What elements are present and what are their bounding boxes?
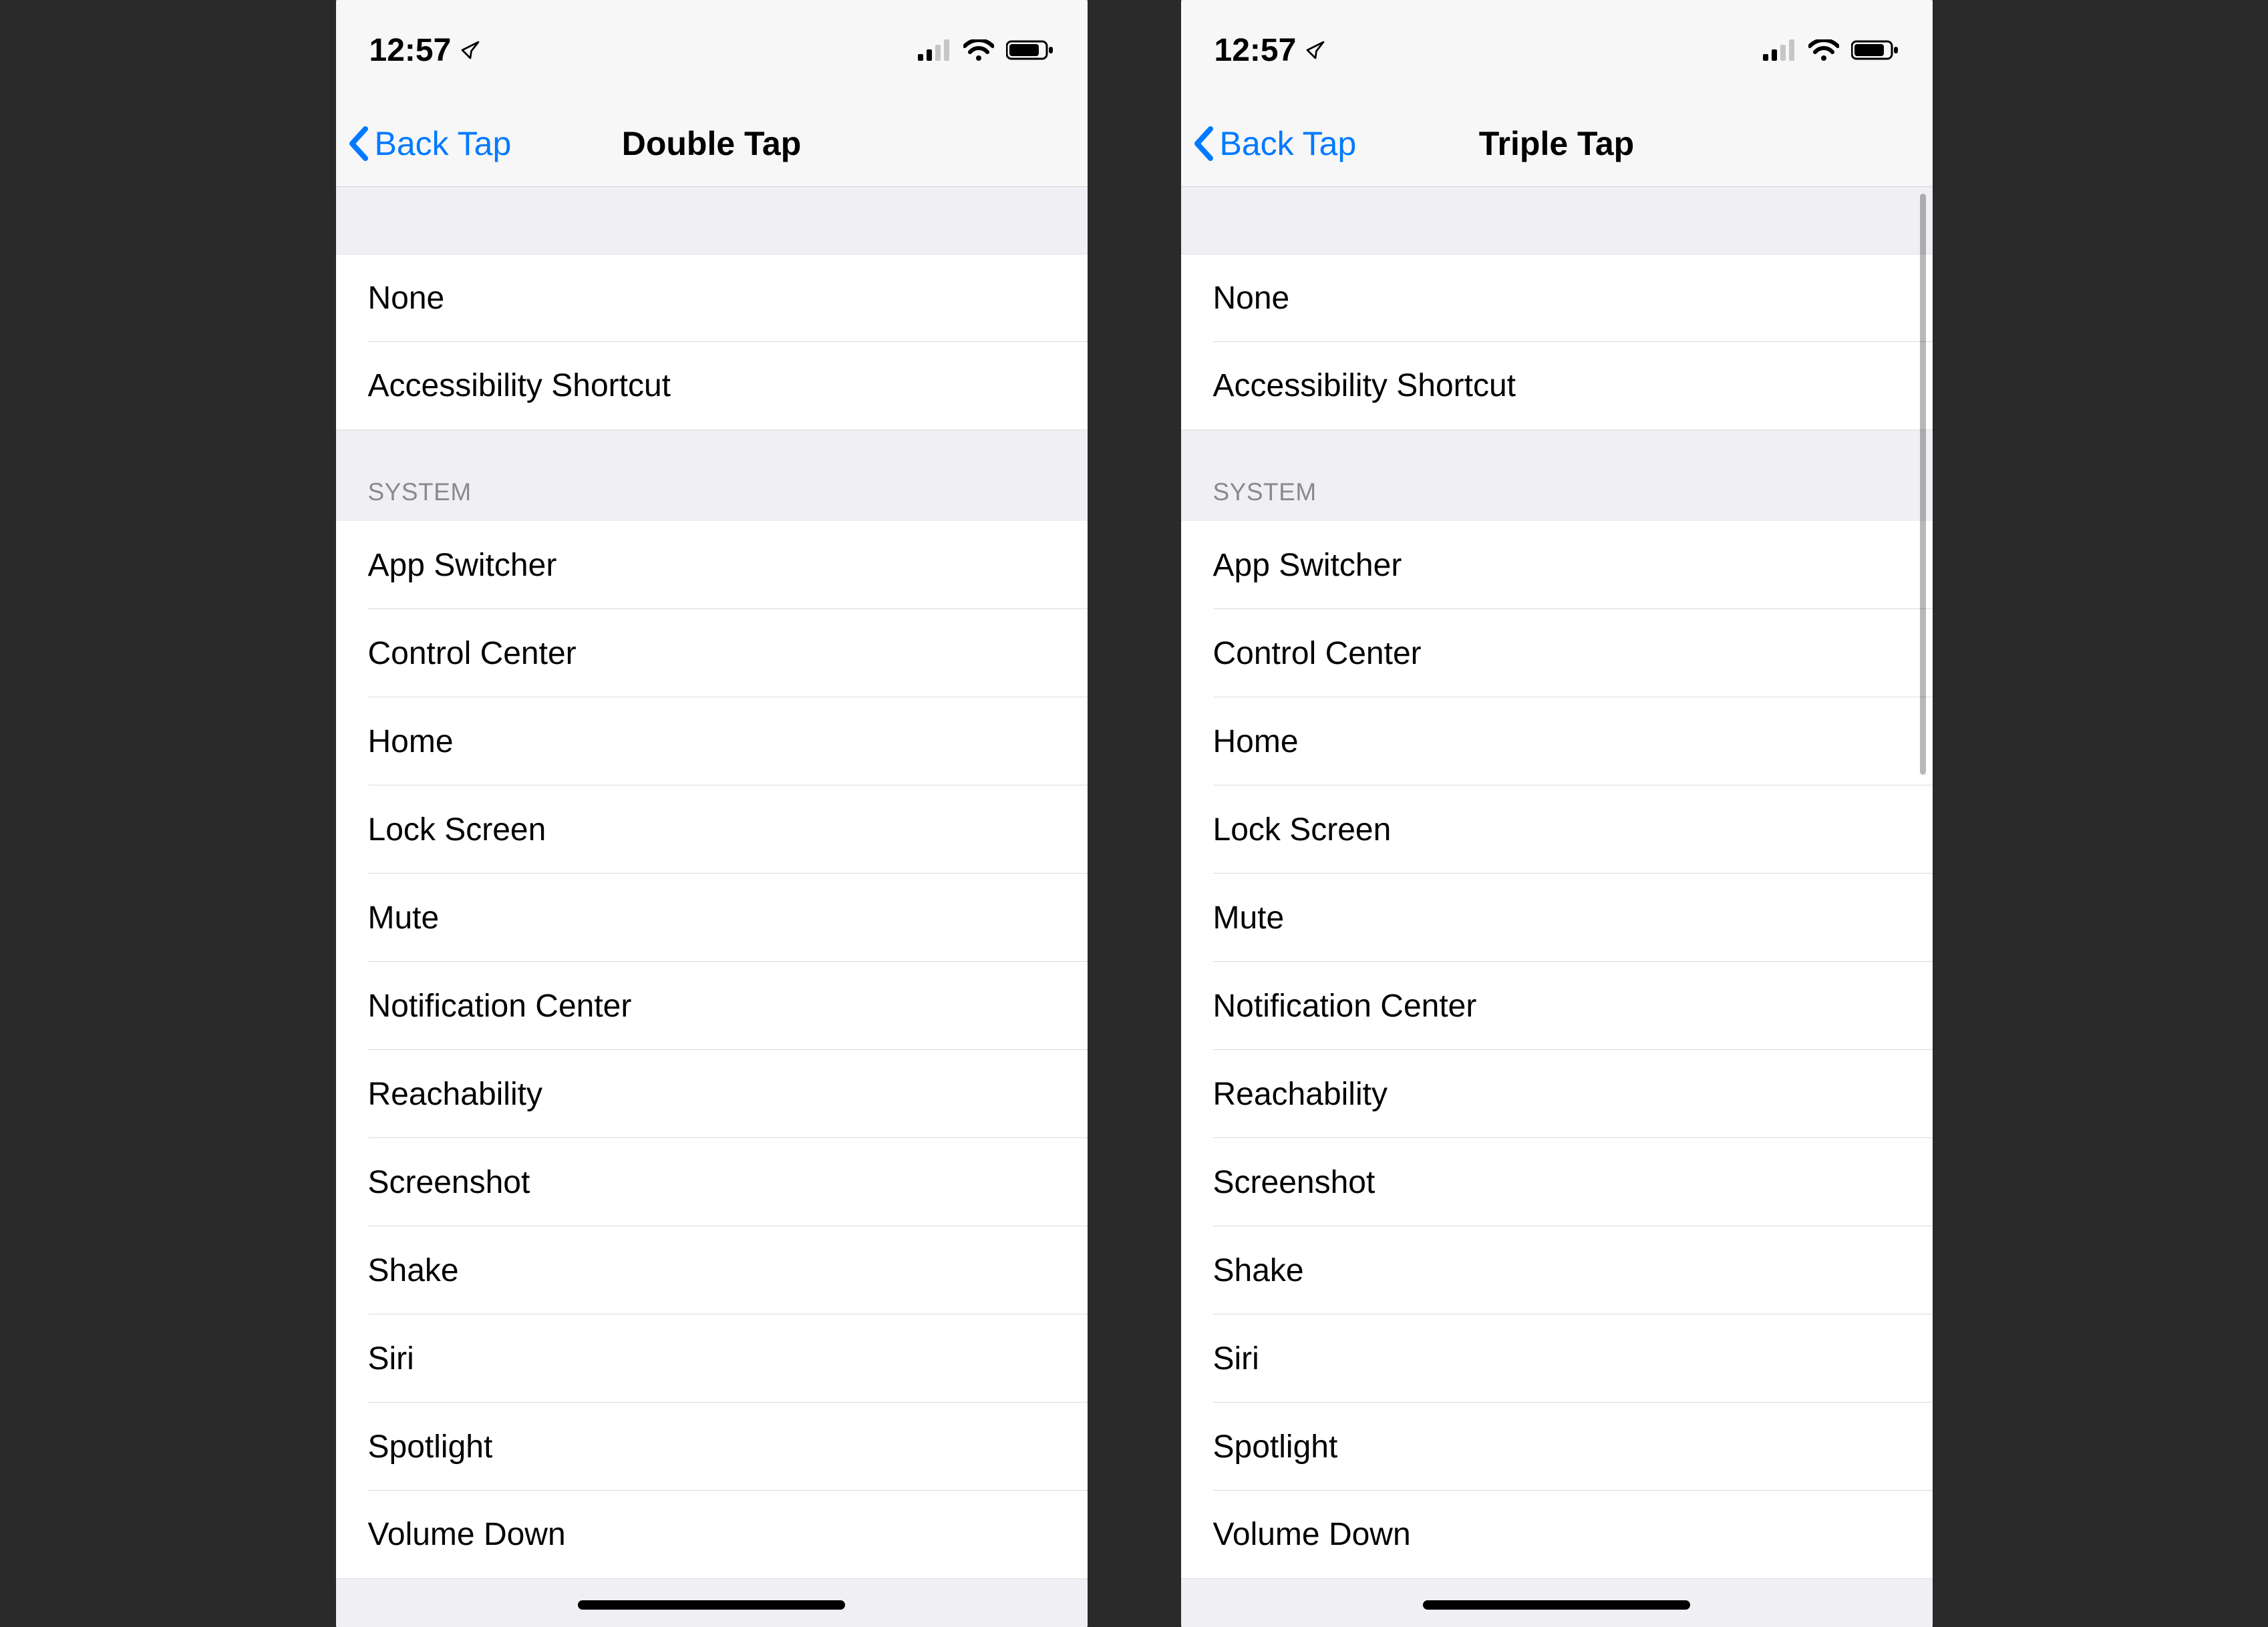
option-label: Home [368,723,454,760]
status-time: 12:57 [1214,32,1297,69]
option-lock-screen[interactable]: Lock Screen [1181,785,1933,874]
option-label: Lock Screen [1213,811,1392,848]
option-label: Spotlight [368,1429,493,1465]
option-home[interactable]: Home [1181,697,1933,785]
option-mute[interactable]: Mute [1181,874,1933,962]
option-shake[interactable]: Shake [336,1226,1088,1314]
battery-icon [1851,39,1899,61]
option-label: Control Center [368,635,577,672]
scroll-indicator[interactable] [1920,194,1926,775]
option-app-switcher[interactable]: App Switcher [336,521,1088,609]
option-control-center[interactable]: Control Center [336,609,1088,697]
option-none[interactable]: None [336,254,1088,342]
wifi-icon [963,39,994,61]
option-label: Reachability [368,1076,542,1113]
back-button[interactable]: Back Tap [1192,124,1357,163]
option-label: Mute [1213,900,1285,936]
option-label: Spotlight [1213,1429,1338,1465]
option-label: Notification Center [368,988,632,1025]
location-icon [460,40,480,60]
back-label: Back Tap [375,124,512,163]
option-label: Mute [368,900,440,936]
options-list[interactable]: None Accessibility Shortcut SYSTEM App S… [336,187,1088,1627]
option-label: None [1213,280,1290,317]
phone-triple-tap: 12:57 [1181,0,1933,1627]
status-bar: 12:57 [336,0,1088,100]
option-home[interactable]: Home [336,697,1088,785]
section-general: None Accessibility Shortcut [336,254,1088,430]
option-siri[interactable]: Siri [1181,1314,1933,1403]
option-label: Screenshot [368,1164,530,1201]
location-icon [1305,40,1325,60]
option-label: Home [1213,723,1299,760]
section-system: App Switcher Control Center Home Lock Sc… [336,521,1088,1579]
option-label: Accessibility Shortcut [1213,367,1516,404]
option-none[interactable]: None [1181,254,1933,342]
status-time: 12:57 [369,32,452,69]
option-label: Siri [1213,1340,1259,1377]
home-indicator[interactable] [578,1600,845,1610]
option-label: Notification Center [1213,988,1477,1025]
back-label: Back Tap [1220,124,1357,163]
wifi-icon [1808,39,1839,61]
section-header-system: SYSTEM [1181,430,1933,521]
cellular-icon [1763,39,1796,61]
option-lock-screen[interactable]: Lock Screen [336,785,1088,874]
option-label: Shake [368,1252,459,1289]
option-accessibility-shortcut[interactable]: Accessibility Shortcut [336,342,1088,430]
status-bar: 12:57 [1181,0,1933,100]
option-mute[interactable]: Mute [336,874,1088,962]
option-label: App Switcher [368,547,557,584]
option-label: None [368,280,445,317]
option-spotlight[interactable]: Spotlight [336,1403,1088,1491]
phone-double-tap: 12:57 [336,0,1088,1627]
option-label: Screenshot [1213,1164,1375,1201]
option-label: Lock Screen [368,811,546,848]
chevron-left-icon [347,126,371,161]
options-list[interactable]: None Accessibility Shortcut SYSTEM App S… [1181,187,1933,1627]
option-label: App Switcher [1213,547,1402,584]
nav-bar: Back Tap Triple Tap [1181,100,1933,187]
option-volume-down[interactable]: Volume Down [1181,1491,1933,1579]
option-shake[interactable]: Shake [1181,1226,1933,1314]
option-label: Volume Down [1213,1516,1411,1553]
chevron-left-icon [1192,126,1216,161]
option-volume-down[interactable]: Volume Down [336,1491,1088,1579]
section-header-system: SYSTEM [336,430,1088,521]
option-label: Siri [368,1340,414,1377]
option-notification-center[interactable]: Notification Center [336,962,1088,1050]
option-reachability[interactable]: Reachability [1181,1050,1933,1138]
option-label: Volume Down [368,1516,566,1553]
option-control-center[interactable]: Control Center [1181,609,1933,697]
section-general: None Accessibility Shortcut [1181,254,1933,430]
cellular-icon [918,39,951,61]
option-spotlight[interactable]: Spotlight [1181,1403,1933,1491]
battery-icon [1006,39,1054,61]
option-siri[interactable]: Siri [336,1314,1088,1403]
section-system: App Switcher Control Center Home Lock Sc… [1181,521,1933,1579]
option-reachability[interactable]: Reachability [336,1050,1088,1138]
option-label: Reachability [1213,1076,1388,1113]
option-label: Shake [1213,1252,1304,1289]
home-indicator[interactable] [1423,1600,1690,1610]
nav-bar: Back Tap Double Tap [336,100,1088,187]
option-screenshot[interactable]: Screenshot [336,1138,1088,1226]
option-label: Accessibility Shortcut [368,367,671,404]
back-button[interactable]: Back Tap [347,124,512,163]
option-app-switcher[interactable]: App Switcher [1181,521,1933,609]
option-notification-center[interactable]: Notification Center [1181,962,1933,1050]
option-accessibility-shortcut[interactable]: Accessibility Shortcut [1181,342,1933,430]
option-label: Control Center [1213,635,1422,672]
option-screenshot[interactable]: Screenshot [1181,1138,1933,1226]
